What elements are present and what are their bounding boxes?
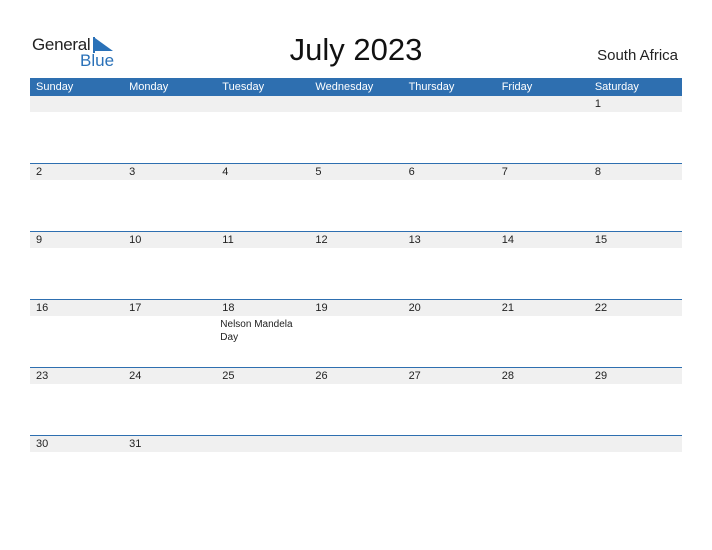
day-cell: 23 [30,368,123,435]
weekday-saturday: Saturday [594,81,639,93]
day-cell [216,96,309,163]
day-number: 2 [36,166,43,178]
day-cell [496,96,589,163]
day-cell: 21 [496,300,589,367]
day-cell: 11 [216,232,309,299]
day-number: 8 [594,166,601,178]
day-number: 6 [408,166,415,178]
weekday-thursday: Thursday [408,81,455,93]
day-number: 19 [315,302,328,314]
day-number: 18 [222,302,235,314]
day-cell: 6 [403,164,496,231]
week-row: 1 [30,96,682,163]
day-number: 5 [315,166,322,178]
day-number: 20 [408,302,421,314]
week-row: 2 3 4 5 6 7 8 [30,163,682,231]
day-cell: 28 [496,368,589,435]
day-number: 30 [36,438,49,450]
day-cell [589,436,682,503]
day-cell: 27 [403,368,496,435]
day-number: 25 [222,370,235,382]
day-number: 4 [222,166,229,178]
day-number: 12 [315,234,328,246]
weekday-monday: Monday [129,81,169,93]
day-cell [496,436,589,503]
day-number: 26 [315,370,328,382]
day-cell: 2 [30,164,123,231]
day-cell [216,436,309,503]
day-cell: 12 [309,232,402,299]
day-cell [30,96,123,163]
day-cell: 25 [216,368,309,435]
week-row: 16 17 18 Nelson Mandela Day 19 20 21 22 [30,299,682,367]
day-number: 10 [129,234,142,246]
weekday-header: Sunday Monday Tuesday Wednesday Thursday… [30,78,682,96]
day-number: 27 [408,370,421,382]
holiday-label: Nelson Mandela Day [220,319,293,343]
day-cell: 10 [123,232,216,299]
day-number: 11 [222,234,234,246]
day-cell: 22 [589,300,682,367]
day-cell: 1 [589,96,682,163]
day-number: 21 [501,302,514,314]
day-cell [309,96,402,163]
day-number: 16 [36,302,49,314]
day-cell: 26 [309,368,402,435]
week-row: 30 31 [30,435,682,503]
day-number: 15 [594,234,608,246]
day-number: 29 [594,370,608,382]
weekday-tuesday: Tuesday [222,81,265,93]
day-number: 28 [501,370,514,382]
day-number: 17 [129,302,142,314]
day-cell: 30 [30,436,123,503]
day-cell: 5 [309,164,402,231]
day-cell: 16 [30,300,123,367]
week-row: 9 10 11 12 13 14 15 [30,231,682,299]
day-number: 3 [129,166,136,178]
day-cell: 31 [123,436,216,503]
day-cell: 17 [123,300,216,367]
day-cell: 29 [589,368,682,435]
day-cell: 20 [403,300,496,367]
country-label: South Africa [597,47,678,64]
day-cell: 24 [123,368,216,435]
day-cell [123,96,216,163]
calendar-grid: Sunday Monday Tuesday Wednesday Thursday… [30,78,682,503]
day-cell: 13 [403,232,496,299]
day-number: 13 [408,234,421,246]
day-cell: 15 [589,232,682,299]
day-cell: 14 [496,232,589,299]
day-number: 22 [594,302,608,314]
day-number: 24 [129,370,142,382]
day-cell: 8 [589,164,682,231]
day-number: 7 [501,166,508,178]
day-cell: 19 [309,300,402,367]
day-cell: 7 [496,164,589,231]
day-number: 23 [36,370,49,382]
weekday-sunday: Sunday [36,81,74,93]
day-number: 14 [501,234,514,246]
day-cell [403,96,496,163]
day-cell [403,436,496,503]
weekday-friday: Friday [501,81,533,93]
day-number: 1 [594,98,601,110]
day-cell [309,436,402,503]
weekday-wednesday: Wednesday [315,81,374,93]
day-number: 9 [36,234,43,246]
day-cell: 3 [123,164,216,231]
day-number: 31 [129,438,142,450]
day-cell: 4 [216,164,309,231]
week-row: 23 24 25 26 27 28 29 [30,367,682,435]
day-cell: 9 [30,232,123,299]
day-cell: 18 Nelson Mandela Day [216,300,309,367]
